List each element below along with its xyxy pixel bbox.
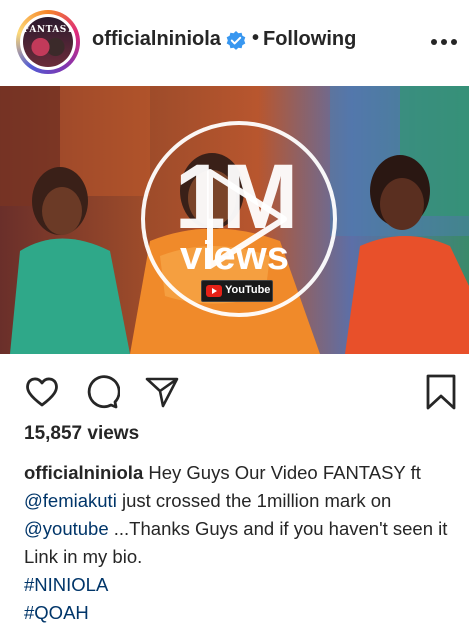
verified-badge-icon [226, 31, 246, 50]
views-count[interactable]: 15,857 views [24, 423, 139, 445]
heart-icon[interactable] [24, 374, 60, 410]
post-header: FANTASY officialniniola • Following [0, 0, 469, 86]
caption-text: Hey Guys Our Video FANTASY ft [143, 462, 421, 483]
mention-femiakuti[interactable]: @femiakuti [24, 490, 117, 511]
comment-icon[interactable] [84, 374, 120, 410]
share-icon[interactable] [144, 374, 180, 410]
avatar-frame: FANTASY [20, 14, 76, 70]
post-caption: officialniniola Hey Guys Our Video FANTA… [24, 459, 460, 627]
youtube-badge: YouTube [201, 280, 273, 302]
mention-youtube[interactable]: @youtube [24, 518, 109, 539]
avatar[interactable]: FANTASY [16, 10, 80, 74]
youtube-badge-text: YouTube [225, 284, 271, 296]
avatar-image: FANTASY [23, 17, 73, 67]
youtube-logo-icon [206, 285, 222, 297]
separator-dot: • [252, 27, 260, 49]
milestone-label: views [180, 234, 289, 278]
post-video[interactable]: 1M views YouTube [0, 86, 469, 354]
more-options-icon[interactable] [430, 38, 458, 46]
caption-text: just crossed the 1million mark on [116, 490, 392, 511]
avatar-text: FANTASY [23, 25, 74, 35]
hashtag-niniola[interactable]: #NINIOLA [24, 571, 460, 599]
caption-username[interactable]: officialniniola [24, 462, 143, 483]
username-link[interactable]: officialniniola [92, 28, 221, 51]
action-bar [0, 354, 469, 424]
following-button[interactable]: Following [263, 28, 356, 51]
bookmark-icon[interactable] [423, 374, 459, 410]
